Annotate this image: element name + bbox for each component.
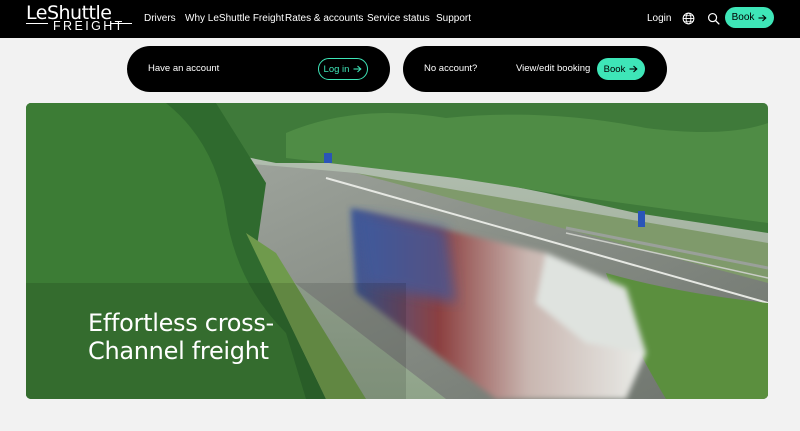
view-edit-booking-link[interactable]: View/edit booking — [516, 62, 590, 75]
leshuttle-freight-logo[interactable]: LeShuttle FREIGHT — [26, 3, 132, 35]
book-label: Book — [603, 63, 626, 75]
header-book-button[interactable]: Book — [725, 7, 774, 28]
nav-drivers[interactable]: Drivers — [144, 12, 176, 26]
log-in-button[interactable]: Log in — [318, 58, 368, 80]
nav-service-status[interactable]: Service status — [367, 12, 430, 26]
logo-subtitle: FREIGHT — [53, 19, 125, 33]
book-button[interactable]: Book — [597, 58, 645, 80]
hero-title-line-1: Effortless cross- — [88, 309, 274, 337]
search-icon[interactable] — [707, 12, 720, 25]
have-account-text: Have an account — [148, 63, 220, 74]
have-account-panel: Have an account Log in — [127, 46, 390, 92]
logo-rule-left — [26, 23, 48, 24]
header-book-label: Book — [731, 12, 755, 23]
nav-rates-accounts[interactable]: Rates & accounts — [285, 12, 363, 26]
arrow-right-icon — [353, 65, 363, 73]
log-in-label: Log in — [323, 63, 350, 75]
nav-support[interactable]: Support — [436, 12, 471, 26]
no-account-panel: No account? View/edit booking Book — [403, 46, 667, 92]
login-link[interactable]: Login — [647, 12, 671, 26]
globe-icon[interactable] — [682, 12, 695, 25]
arrow-right-icon — [629, 65, 638, 73]
nav-why-leshuttle-freight[interactable]: Why LeShuttle Freight — [185, 12, 284, 26]
no-account-text: No account? — [424, 63, 478, 74]
hero-banner: Effortless cross- Channel freight — [26, 103, 768, 399]
site-header: LeShuttle FREIGHT Drivers Why LeShuttle … — [0, 0, 800, 38]
arrow-right-icon — [758, 14, 768, 21]
hero-title-line-2: Channel freight — [88, 337, 269, 365]
hero-title: Effortless cross- Channel freight — [88, 309, 348, 365]
logo-rule-right — [110, 23, 132, 24]
